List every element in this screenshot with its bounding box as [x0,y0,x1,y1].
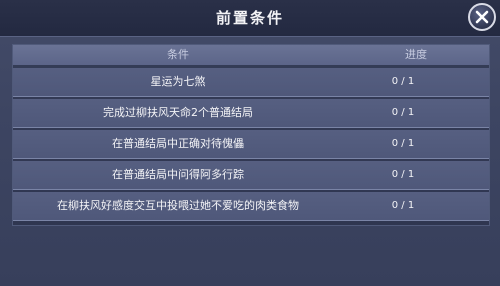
close-button[interactable] [468,3,496,31]
table-row: 在普通结局中问得阿多行踪 0 / 1 [13,161,489,190]
title-bar: 前置条件 [0,0,500,37]
condition-text: 在柳扶风好感度交互中投喂过她不爱吃的肉类食物 [57,199,299,212]
header-condition: 条件 [167,48,189,61]
condition-text: 星运为七煞 [150,75,206,88]
dialog-title: 前置条件 [215,9,284,27]
header-progress: 进度 [405,48,427,61]
table-row: 完成过柳扶风天命2个普通结局 0 / 1 [13,99,489,128]
table-row: 在柳扶风好感度交互中投喂过她不爱吃的肉类食物 0 / 1 [13,192,489,221]
conditions-table: 条件 进度 星运为七煞 0 / 1 完成过柳扶风天命2个普通结局 0 / 1 在… [12,44,490,226]
prerequisite-dialog: 前置条件 条件 进度 星运为七煞 0 / 1 完成过柳扶风天命2个普通结局 0 … [0,0,500,286]
condition-text: 完成过柳扶风天命2个普通结局 [103,106,253,119]
condition-text: 在普通结局中问得阿多行踪 [112,168,244,181]
table-header: 条件 进度 [13,45,489,65]
progress-text: 0 / 1 [391,76,415,87]
table-row: 星运为七煞 0 / 1 [13,68,489,97]
progress-text: 0 / 1 [391,169,415,180]
condition-text: 在普通结局中正确对待傀儡 [112,137,244,150]
progress-text: 0 / 1 [391,138,415,149]
close-icon [475,10,489,24]
progress-text: 0 / 1 [391,200,415,211]
progress-text: 0 / 1 [391,107,415,118]
table-row: 在普通结局中正确对待傀儡 0 / 1 [13,130,489,159]
